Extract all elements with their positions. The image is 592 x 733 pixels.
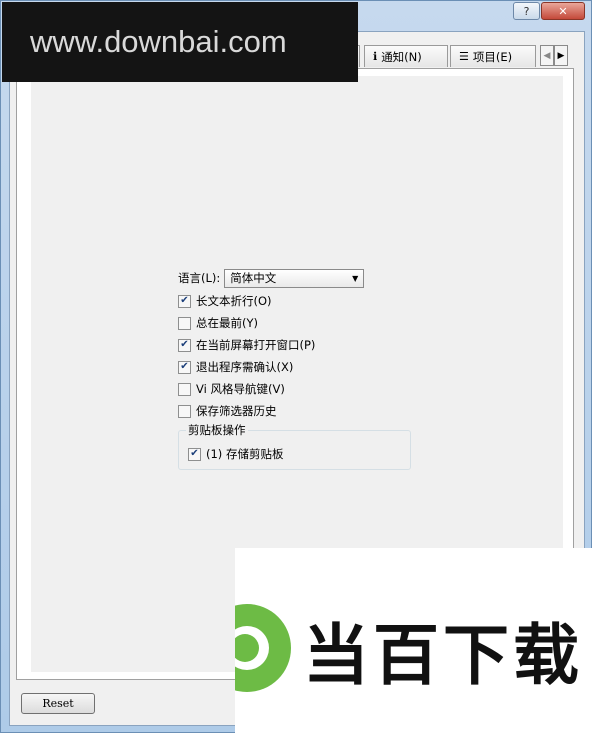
checkbox-icon[interactable]: ✔	[188, 447, 201, 461]
option-vi-navigation[interactable]: ✔ Vi 风格导航键(V)	[178, 378, 418, 400]
option-label: Vi 风格导航键(V)	[196, 382, 285, 396]
info-icon: ℹ	[373, 50, 378, 63]
checkbox-icon[interactable]: ✔	[178, 338, 191, 352]
watermark-url: www.downbai.com	[30, 24, 287, 59]
option-word-wrap[interactable]: ✔ 长文本折行(O)	[178, 290, 418, 312]
option-always-on-top[interactable]: ✔ 总在最前(Y)	[178, 312, 418, 334]
option-label: (1) 存储剪贴板	[206, 447, 284, 461]
option-save-filter-history[interactable]: ✔ 保存筛选器历史	[178, 400, 418, 422]
option-label: 在当前屏幕打开窗口(P)	[196, 338, 316, 352]
scroll-right-icon[interactable]: ▶	[554, 45, 568, 66]
option-label: 总在最前(Y)	[196, 316, 258, 330]
checkbox-icon[interactable]: ✔	[178, 404, 191, 418]
help-button[interactable]: ?	[513, 2, 540, 20]
watermark-brand-text: 当百下载	[303, 617, 583, 694]
checkbox-icon[interactable]: ✔	[178, 294, 191, 308]
scroll-left-icon[interactable]: ◀	[540, 45, 554, 66]
watermark-banner: www.downbai.com	[2, 2, 358, 82]
option-store-clipboard[interactable]: ✔ (1) 存储剪贴板	[188, 443, 283, 465]
option-label: 保存筛选器历史	[196, 404, 277, 418]
tab-notifications[interactable]: ℹ 通知(N)	[364, 45, 448, 67]
language-row: 语言(L): 简体中文 ▼	[178, 266, 418, 290]
checkbox-icon[interactable]: ✔	[178, 382, 191, 396]
option-confirm-exit[interactable]: ✔ 退出程序需确认(X)	[178, 356, 418, 378]
titlebar-buttons: ? ✕	[512, 2, 585, 20]
settings-form: 语言(L): 简体中文 ▼ ✔ 长文本折行(O) ✔ 总在最前(Y)	[178, 266, 418, 470]
tab-items-label: 项目(E)	[472, 49, 513, 64]
list-icon: ☰	[459, 50, 469, 63]
checkbox-icon[interactable]: ✔	[178, 316, 191, 330]
watermark-logo-block: 当百下载	[235, 548, 592, 733]
clipboard-group-title: 剪贴板操作	[186, 422, 248, 438]
option-open-on-current-screen[interactable]: ✔ 在当前屏幕打开窗口(P)	[178, 334, 418, 356]
close-button[interactable]: ✕	[541, 2, 585, 20]
language-value: 简体中文	[230, 271, 277, 285]
dropdown-arrow-icon: ▼	[352, 273, 359, 283]
tab-scroll-arrows: ◀ ▶	[540, 45, 568, 66]
clipboard-group: 剪贴板操作 ✔ (1) 存储剪贴板	[178, 422, 411, 470]
language-select[interactable]: 简体中文 ▼	[224, 268, 365, 288]
tab-notifications-label: 通知(N)	[381, 49, 422, 64]
tab-items[interactable]: ☰ 项目(E)	[450, 45, 536, 67]
checkbox-icon[interactable]: ✔	[178, 360, 191, 374]
language-label: 语言(L):	[178, 271, 221, 285]
option-label: 长文本折行(O)	[196, 294, 272, 308]
reset-button[interactable]: Reset	[21, 693, 95, 714]
option-label: 退出程序需确认(X)	[196, 360, 294, 374]
